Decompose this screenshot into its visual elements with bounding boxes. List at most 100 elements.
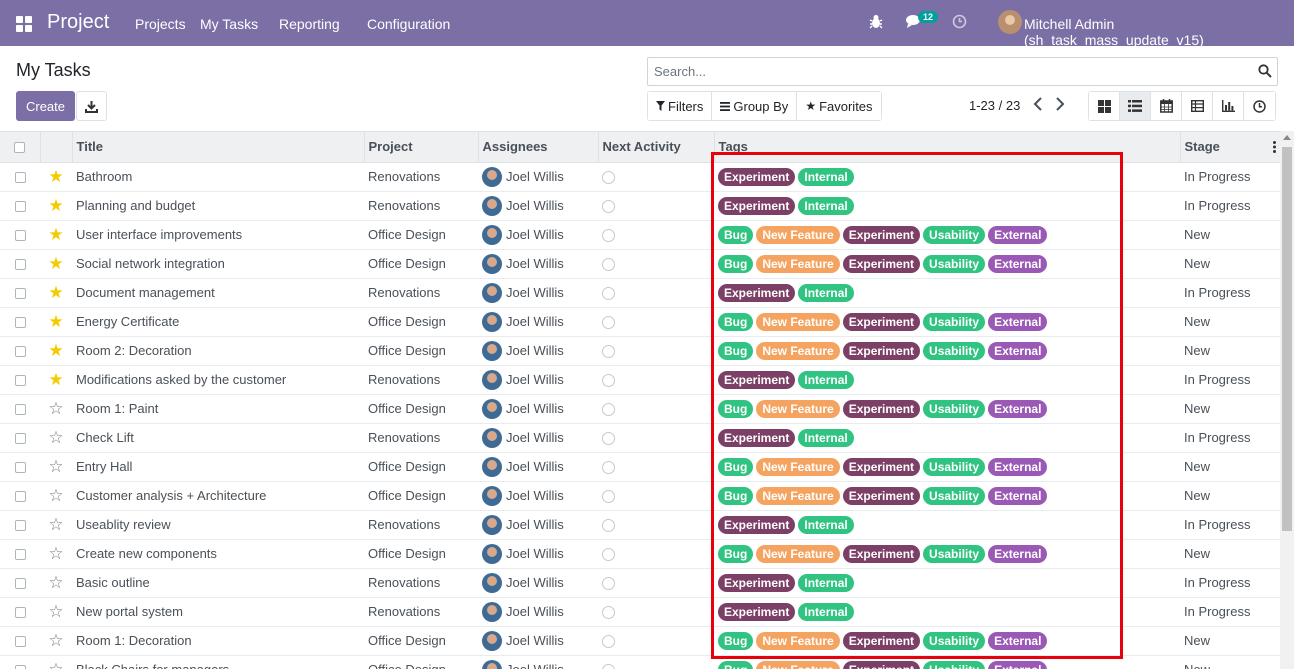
table-row[interactable]: ★ Modifications asked by the customer Reno… <box>0 365 1280 395</box>
activity-clock-icon[interactable] <box>602 374 615 388</box>
task-stage[interactable]: New <box>1180 655 1280 669</box>
task-assignee-cell[interactable]: Joel Willis <box>478 307 598 337</box>
task-project[interactable]: Office Design <box>364 452 478 482</box>
priority-star-icon[interactable]: ☆ <box>48 399 63 418</box>
select-all-checkbox[interactable] <box>14 142 26 154</box>
priority-cell[interactable]: ★ <box>40 336 72 366</box>
row-checkbox[interactable] <box>14 346 26 358</box>
next-activity-cell[interactable] <box>598 220 714 250</box>
task-assignee-cell[interactable]: Joel Willis <box>478 365 598 395</box>
task-assignee-cell[interactable]: Joel Willis <box>478 452 598 482</box>
next-activity-cell[interactable] <box>598 597 714 627</box>
table-row[interactable]: ★ Social network integration Office Design… <box>0 249 1280 279</box>
menu-projects[interactable]: Projects <box>135 16 186 32</box>
header-next-activity[interactable]: Next Activity <box>598 132 715 163</box>
user-name[interactable]: Mitchell Admin (sh_task_mass_update_v15) <box>1024 16 1294 48</box>
task-assignee-cell[interactable]: Joel Willis <box>478 423 598 453</box>
activity-clock-icon[interactable] <box>602 229 615 243</box>
row-select-cell[interactable] <box>0 191 40 221</box>
task-assignee-cell[interactable]: Joel Willis <box>478 481 598 511</box>
task-assignee-cell[interactable]: Joel Willis <box>478 394 598 424</box>
pivot-view-button[interactable] <box>1182 92 1213 120</box>
next-activity-cell[interactable] <box>598 481 714 511</box>
task-title[interactable]: Energy Certificate <box>72 307 364 337</box>
table-row[interactable]: ☆ Create new components Office Design Joel … <box>0 539 1280 569</box>
task-title[interactable]: User interface improvements <box>72 220 364 250</box>
menu-reporting[interactable]: Reporting <box>279 16 340 32</box>
app-brand[interactable]: Project <box>47 11 109 34</box>
next-activity-cell[interactable] <box>598 626 714 656</box>
task-assignee-cell[interactable]: Joel Willis <box>478 336 598 366</box>
row-select-cell[interactable] <box>0 220 40 250</box>
task-title[interactable]: Modifications asked by the customer <box>72 365 364 395</box>
priority-cell[interactable]: ☆ <box>40 626 72 656</box>
task-assignee-cell[interactable]: Joel Willis <box>478 568 598 598</box>
table-row[interactable]: ☆ Check Lift Renovations Joel Willis Experim… <box>0 423 1280 453</box>
priority-star-icon[interactable]: ★ <box>48 283 63 302</box>
next-activity-cell[interactable] <box>598 249 714 279</box>
task-assignee-cell[interactable]: Joel Willis <box>478 191 598 221</box>
task-tags-cell[interactable]: BugNew FeatureExperimentUsabilityExterna… <box>714 249 1180 279</box>
row-checkbox[interactable] <box>14 462 26 474</box>
scroll-up-arrow-icon[interactable] <box>1283 135 1291 140</box>
priority-star-icon[interactable]: ★ <box>48 341 63 360</box>
row-checkbox[interactable] <box>14 433 26 445</box>
task-project[interactable]: Renovations <box>364 597 478 627</box>
next-activity-cell[interactable] <box>598 423 714 453</box>
activity-clock-icon[interactable] <box>602 200 615 214</box>
row-select-cell[interactable] <box>0 249 40 279</box>
activity-clock-icon[interactable] <box>602 490 615 504</box>
task-tags-cell[interactable]: BugNew FeatureExperimentUsabilityExterna… <box>714 394 1180 424</box>
task-title[interactable]: Entry Hall <box>72 452 364 482</box>
task-title[interactable]: Basic outline <box>72 568 364 598</box>
next-activity-cell[interactable] <box>598 278 714 308</box>
priority-cell[interactable]: ★ <box>40 307 72 337</box>
task-tags-cell[interactable]: BugNew FeatureExperimentUsabilityExterna… <box>714 307 1180 337</box>
task-title[interactable]: Room 1: Paint <box>72 394 364 424</box>
task-project[interactable]: Office Design <box>364 481 478 511</box>
select-all-cell[interactable] <box>0 132 41 163</box>
priority-star-icon[interactable]: ☆ <box>48 602 63 621</box>
task-tags-cell[interactable]: Experiment Internal <box>714 162 1180 192</box>
activity-clock-icon[interactable] <box>602 606 615 620</box>
list-view-button[interactable] <box>1120 92 1151 120</box>
row-select-cell[interactable] <box>0 394 40 424</box>
task-project[interactable]: Renovations <box>364 191 478 221</box>
priority-cell[interactable]: ☆ <box>40 452 72 482</box>
task-title[interactable]: Bathroom <box>72 162 364 192</box>
menu-my-tasks[interactable]: My Tasks <box>200 16 258 32</box>
task-stage[interactable]: New <box>1180 307 1280 337</box>
row-checkbox[interactable] <box>14 578 26 590</box>
create-button[interactable]: Create <box>16 91 75 121</box>
table-row[interactable]: ★ Energy Certificate Office Design Joel Wil… <box>0 307 1280 337</box>
priority-star-icon[interactable]: ★ <box>48 196 63 215</box>
task-title[interactable]: Useablity review <box>72 510 364 540</box>
task-project[interactable]: Office Design <box>364 336 478 366</box>
task-assignee-cell[interactable]: Joel Willis <box>478 220 598 250</box>
next-activity-cell[interactable] <box>598 655 714 669</box>
task-tags-cell[interactable]: BugNew FeatureExperimentUsabilityExterna… <box>714 626 1180 656</box>
task-title[interactable]: Black Chairs for managers <box>72 655 364 669</box>
task-tags-cell[interactable]: Experiment Internal <box>714 568 1180 598</box>
task-project[interactable]: Renovations <box>364 278 478 308</box>
activity-clock-icon[interactable] <box>602 635 615 649</box>
priority-cell[interactable]: ☆ <box>40 568 72 598</box>
filters-button[interactable]: Filters <box>648 92 713 120</box>
table-row[interactable]: ☆ New portal system Renovations Joel Willis… <box>0 597 1280 627</box>
row-select-cell[interactable] <box>0 307 40 337</box>
task-tags-cell[interactable]: Experiment Internal <box>714 597 1180 627</box>
priority-cell[interactable]: ☆ <box>40 481 72 511</box>
row-select-cell[interactable] <box>0 626 40 656</box>
user-avatar[interactable] <box>998 10 1022 34</box>
task-assignee-cell[interactable]: Joel Willis <box>478 162 598 192</box>
task-stage[interactable]: In Progress <box>1180 510 1280 540</box>
task-stage[interactable]: New <box>1180 249 1280 279</box>
table-row[interactable]: ★ Room 2: Decoration Office Design Joel Wil… <box>0 336 1280 366</box>
row-checkbox[interactable] <box>14 520 26 532</box>
task-title[interactable]: Planning and budget <box>72 191 364 221</box>
task-tags-cell[interactable]: Experiment Internal <box>714 278 1180 308</box>
row-checkbox[interactable] <box>14 375 26 387</box>
activity-clock-icon[interactable] <box>602 345 615 359</box>
activity-clock-icon[interactable] <box>602 548 615 562</box>
priority-star-icon[interactable]: ☆ <box>48 660 63 669</box>
